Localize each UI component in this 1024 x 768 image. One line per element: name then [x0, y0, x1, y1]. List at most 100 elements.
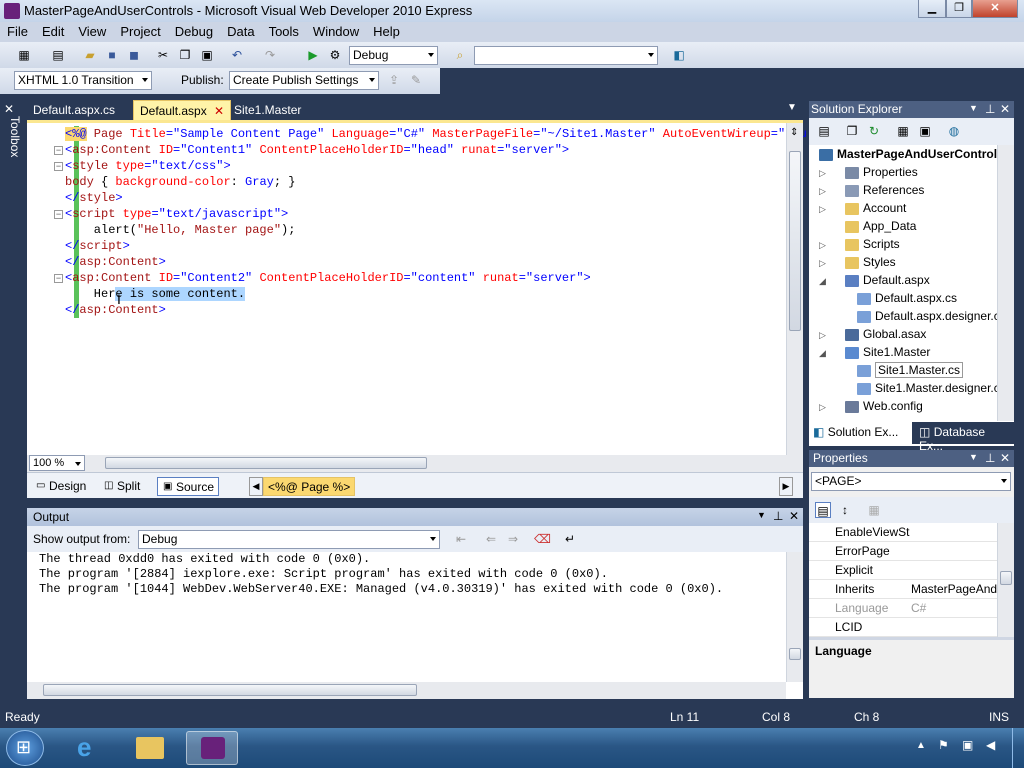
aspnet-config-icon[interactable]: ◍	[946, 123, 962, 139]
output-text[interactable]: The thread 0xdd0 has exited with code 0 …	[39, 552, 723, 597]
internet-explorer-taskbar-button[interactable]: e	[64, 731, 116, 765]
breadcrumb-prev-button[interactable]: ◀	[249, 477, 263, 496]
open-file-icon[interactable]: ▰	[82, 47, 98, 63]
tree-item[interactable]: ▷ Global.asax	[809, 325, 926, 343]
menu-item-tools[interactable]: Tools	[262, 22, 306, 41]
window-position-icon[interactable]: ▼	[969, 103, 978, 113]
window-position-icon[interactable]: ▼	[969, 452, 978, 462]
code-line[interactable]: <%@ Page Title="Sample Content Page" Lan…	[65, 126, 807, 142]
code-line[interactable]: <script type="text/javascript">	[65, 206, 807, 222]
refresh-icon[interactable]: ↻	[866, 123, 882, 139]
output-hscroll-thumb[interactable]	[43, 684, 417, 696]
toolbox-pin-icon[interactable]: ✕	[4, 102, 14, 116]
prev-message-icon[interactable]: ⇐	[483, 531, 499, 547]
tree-item[interactable]: ▷ Properties	[809, 163, 918, 181]
tab-default-aspx-cs[interactable]: Default.aspx.cs	[27, 100, 121, 120]
split-view-button[interactable]: ◫ Split	[99, 477, 144, 496]
output-horizontal-scrollbar[interactable]	[27, 682, 786, 699]
minimize-button[interactable]: ▁	[918, 0, 946, 18]
cut-icon[interactable]: ✂	[155, 47, 171, 63]
code-line[interactable]: </asp:Content>	[65, 302, 807, 318]
show-hidden-icons-icon[interactable]: ▲	[916, 740, 926, 751]
menu-item-view[interactable]: View	[71, 22, 113, 41]
menu-item-data[interactable]: Data	[220, 22, 261, 41]
menu-item-help[interactable]: Help	[366, 22, 407, 41]
property-row[interactable]: LCID	[809, 618, 1005, 637]
code-editor[interactable]: − − − − <%@ Page Title="Sample Content P…	[27, 120, 807, 455]
tree-item[interactable]: ▷ References	[809, 181, 924, 199]
new-project-icon[interactable]: ▦	[16, 47, 32, 63]
solution-explorer-icon[interactable]: ◧	[671, 47, 687, 63]
tree-item[interactable]: Site1.Master.cs	[809, 361, 964, 379]
collapse-region-icon[interactable]: −	[54, 210, 63, 219]
tree-item[interactable]: Site1.Master.designer.cs	[809, 379, 1006, 397]
expand-arrow-icon[interactable]: ▷	[819, 164, 829, 182]
expand-arrow-icon[interactable]: ▷	[819, 182, 829, 200]
tree-item[interactable]: ▷ Scripts	[809, 235, 900, 253]
code-line[interactable]: <asp:Content ID="Content1" ContentPlaceH…	[65, 142, 807, 158]
se-vertical-scrollbar[interactable]	[997, 145, 1014, 421]
design-view-button[interactable]: ▭ Design	[31, 477, 90, 496]
expand-arrow-icon[interactable]: ▷	[819, 200, 829, 218]
find-combo[interactable]	[474, 46, 658, 65]
menu-item-project[interactable]: Project	[113, 22, 167, 41]
property-value[interactable]: C#	[911, 599, 1005, 617]
window-position-icon[interactable]: ▼	[757, 510, 766, 520]
output-scroll-thumb[interactable]	[789, 648, 801, 660]
tree-item[interactable]: ▷ Account	[809, 199, 906, 217]
categorized-icon[interactable]: ▤	[815, 502, 831, 518]
tab-database-explorer[interactable]: ◫ Database Ex...	[915, 422, 1014, 453]
property-row[interactable]: ErrorPage	[809, 542, 1005, 561]
tree-item[interactable]: Default.aspx.cs	[809, 289, 957, 307]
view-designer-icon[interactable]: ▣	[917, 123, 933, 139]
breadcrumb-next-button[interactable]: ▶	[779, 477, 793, 496]
publish-web-icon[interactable]: ⇪	[386, 72, 402, 88]
network-icon[interactable]: ▣	[962, 738, 973, 752]
tree-item[interactable]: Default.aspx.designer.cs	[809, 307, 1006, 325]
zoom-select[interactable]: 100 %	[29, 455, 85, 471]
output-vertical-scrollbar[interactable]	[786, 552, 803, 682]
copy-icon[interactable]: ❐	[177, 47, 193, 63]
tree-item[interactable]: ◢ Site1.Master	[809, 343, 930, 361]
tab-solution-explorer[interactable]: ◧ Solution Ex...	[809, 422, 912, 444]
menu-item-debug[interactable]: Debug	[168, 22, 220, 41]
alphabetical-icon[interactable]: ↕	[837, 502, 853, 518]
editor-vertical-scrollbar[interactable]: ⇕	[786, 123, 803, 455]
code-line[interactable]: </style>	[65, 190, 807, 206]
property-scrollbar[interactable]	[997, 523, 1014, 637]
toolbox-tab[interactable]: Toolbox	[0, 98, 22, 503]
collapse-region-icon[interactable]: −	[54, 274, 63, 283]
tree-item[interactable]: ◢ Default.aspx	[809, 271, 930, 289]
code-line[interactable]: body { background-color: Gray; }	[65, 174, 807, 190]
tree-item[interactable]: App_Data	[809, 217, 916, 235]
tree-item[interactable]: MasterPageAndUserControls	[809, 145, 1004, 163]
attach-icon[interactable]: ⚙	[327, 47, 343, 63]
pin-icon[interactable]: ⊥	[773, 509, 783, 523]
save-icon[interactable]: ■	[104, 47, 120, 63]
tab-default-aspx[interactable]: Default.aspx ✕	[133, 100, 232, 120]
save-all-icon[interactable]: ◼	[126, 47, 142, 63]
split-handle-icon[interactable]: ⇕	[790, 127, 798, 138]
next-message-icon[interactable]: ⇒	[505, 531, 521, 547]
expand-arrow-icon[interactable]: ▷	[819, 398, 829, 416]
show-desktop-button[interactable]	[1012, 728, 1024, 768]
tree-item[interactable]: ▷ Styles	[809, 253, 896, 271]
property-row[interactable]: Language C#	[809, 599, 1005, 618]
view-code-icon[interactable]: ▦	[895, 123, 911, 139]
expand-arrow-icon[interactable]: ▷	[819, 326, 829, 344]
publish-settings-select[interactable]: Create Publish Settings	[229, 71, 379, 90]
output-source-select[interactable]: Debug	[138, 530, 440, 549]
property-row[interactable]: EnableViewSt	[809, 523, 1005, 542]
code-line[interactable]: alert("Hello, Master page");	[65, 222, 807, 238]
property-pages-icon[interactable]: ▦	[866, 502, 882, 518]
output-close-icon[interactable]: ✕	[789, 509, 799, 523]
menu-item-window[interactable]: Window	[306, 22, 366, 41]
start-debugging-icon[interactable]: ▶	[305, 47, 321, 63]
volume-icon[interactable]: ◀	[986, 738, 995, 752]
undo-icon[interactable]: ↶	[229, 47, 245, 63]
show-all-files-icon[interactable]: ❐	[844, 123, 860, 139]
word-wrap-icon[interactable]: ↵	[562, 531, 578, 547]
tag-breadcrumb[interactable]: <%@ Page %>	[263, 477, 356, 496]
close-tab-icon[interactable]: ✕	[214, 104, 224, 118]
clear-all-icon[interactable]: ⌫	[534, 531, 551, 547]
